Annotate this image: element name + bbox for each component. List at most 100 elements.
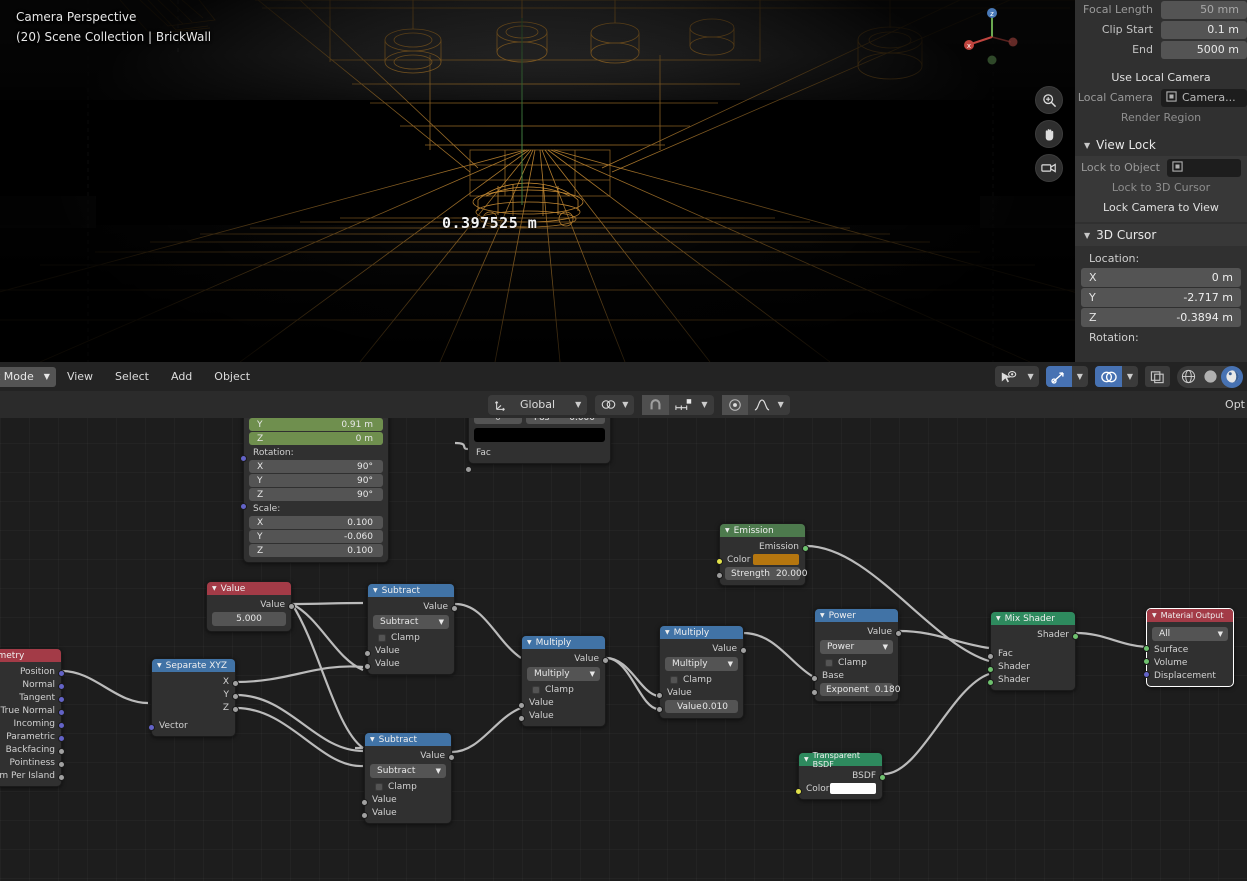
snap-increment-icon[interactable] [669,395,695,415]
node-multiply-1[interactable]: ▼ Multiply Value Multiply ▼ Clamp Value … [518,635,609,727]
chevron-down-icon[interactable]: ▼ [1122,366,1138,387]
socket-output-incoming[interactable] [58,722,65,729]
socket-output-random-per-island[interactable] [58,774,65,781]
socket-input-exponent[interactable] [811,689,818,696]
socket-output-bsdf[interactable] [879,774,886,781]
chevron-down-icon[interactable]: ▼ [569,395,587,415]
socket-output-shader[interactable] [1072,633,1079,640]
visibility-dropdown[interactable]: ▼ [994,366,1039,387]
socket-output-emission[interactable] [802,545,809,552]
socket-output-value[interactable] [602,657,609,664]
socket-input-value-2[interactable] [656,706,663,713]
subtract-1-operation-dropdown[interactable]: Subtract ▼ [373,615,449,629]
transform-rotation-z[interactable]: Z 90° [249,488,383,501]
lock-to-object-value[interactable] [1167,158,1241,177]
emission-color-row[interactable]: Color [720,553,805,566]
node-color-ramp[interactable]: 0 Pos 0.000 Fac [465,418,611,473]
node-transparent-bsdf[interactable]: ▼ Transparent BSDF BSDF Color [795,751,886,800]
socket-output-y[interactable] [232,693,239,700]
shading-material-icon[interactable] [1221,365,1243,388]
node-mix-shader[interactable]: ▼ Mix Shader Shader Fac Shader Shader [987,611,1079,691]
orientation-label[interactable]: Global [514,395,569,415]
lock-to-3d-cursor-row[interactable]: Lock to 3D Cursor [1081,178,1241,197]
socket-output-tangent[interactable] [58,696,65,703]
shading-solid-icon[interactable] [1199,366,1221,388]
colorramp-pos-field[interactable]: Pos 0.000 [526,418,605,424]
snapping-group[interactable]: ▼ [642,394,714,415]
shader-node-canvas[interactable]: Y 0.91 m Z 0 m Rotation: X 90° Y 90° Z 9… [0,418,1247,881]
node-emission[interactable]: ▼ Emission Emission Color Strength 20.00… [716,523,809,586]
property-row-focal-length[interactable]: Focal Length 50 mm [1075,0,1247,19]
material-output-header[interactable]: ▼ Material Output [1147,609,1233,622]
xray-icon[interactable] [1145,366,1170,387]
chevron-down-icon[interactable]: ▼ [373,587,378,594]
socket-output-value[interactable] [448,754,455,761]
chevron-down-icon[interactable]: ▼ [804,756,809,763]
socket-input-value-2[interactable] [361,812,368,819]
pivot-icon[interactable] [595,395,622,415]
node-multiply-2[interactable]: ▼ Multiply Value Multiply ▼ Clamp Value … [656,625,747,719]
socket-output-value[interactable] [288,603,295,610]
socket-output-pointiness[interactable] [58,761,65,768]
transform-orientation-dropdown[interactable]: Global ▼ [488,394,588,415]
socket-input-fac[interactable] [465,466,472,473]
proportional-edit-icon[interactable] [721,394,748,415]
camera-icon[interactable] [1035,154,1063,182]
socket-input-base[interactable] [811,675,818,682]
overlays-dropdown[interactable]: ▼ [1094,366,1138,387]
render-region-row[interactable]: Render Region [1075,108,1247,127]
use-local-camera-row[interactable]: Use Local Camera [1075,68,1247,87]
cursor-location-z[interactable]: Z -0.3894 m [1081,308,1241,327]
menu-select[interactable]: Select [104,370,160,383]
socket-input-vector[interactable] [148,724,155,731]
gizmo-icon[interactable] [1045,366,1072,387]
socket-output-value[interactable] [740,647,747,654]
colorramp-index-field[interactable]: 0 [474,418,522,424]
multiply-2-clamp-checkbox[interactable]: Clamp [660,673,743,686]
clip-end-value[interactable]: 5000 m [1161,40,1247,59]
falloff-icon[interactable] [748,395,772,415]
3d-viewport[interactable]: Camera Perspective (20) Scene Collection… [0,0,1075,362]
socket-input-fac[interactable] [987,653,994,660]
view-lock-panel-header[interactable]: ▼ View Lock [1075,134,1247,156]
socket-input-shader-2[interactable] [987,679,994,686]
chevron-down-icon[interactable]: ▼ [665,629,670,636]
socket-input-volume[interactable] [1143,658,1150,665]
socket-output-parametric[interactable] [58,735,65,742]
local-camera-row[interactable]: Local Camera Camera... [1075,88,1247,107]
lock-to-object-row[interactable]: Lock to Object [1081,158,1241,177]
socket-input-value-1[interactable] [364,650,371,657]
properties-sidebar[interactable]: Focal Length 50 mm Clip Start 0.1 m End … [1075,0,1247,362]
navigation-gizmo[interactable]: z x [961,6,1023,68]
transform-location-z[interactable]: Z 0 m [249,432,383,445]
mode-select[interactable]: t Mode ▼ [0,366,56,387]
emission-color-swatch[interactable] [753,554,799,565]
cursor-location-x[interactable]: X 0 m [1081,268,1241,287]
subtract-1-header[interactable]: ▼ Subtract [368,584,454,597]
multiply-2-value-field[interactable]: Value 0.010 [665,700,738,713]
chevron-down-icon[interactable]: ▼ [622,395,634,415]
material-output-target-dropdown[interactable]: All ▼ [1152,627,1228,641]
socket-output-x[interactable] [232,680,239,687]
socket-input-surface[interactable] [1143,645,1150,652]
chevron-down-icon[interactable]: ▼ [695,395,713,415]
transparent-bsdf-color-swatch[interactable] [830,783,876,794]
proportional-editing-group[interactable]: ▼ [721,394,790,415]
socket-output-position[interactable] [58,670,65,677]
socket-input-rotation[interactable] [240,503,247,510]
separate-xyz-header[interactable]: ▼ Separate XYZ [152,659,235,672]
viewport-tool-column[interactable] [1035,86,1063,182]
transparent-bsdf-header[interactable]: ▼ Transparent BSDF [799,751,882,769]
orientation-icon[interactable] [488,395,514,415]
overlays-icon[interactable] [1094,366,1122,387]
shading-wireframe-icon[interactable] [1177,366,1199,388]
socket-output-backfacing[interactable] [58,748,65,755]
subtract-2-header[interactable]: ▼ Subtract [365,733,451,746]
chevron-down-icon[interactable]: ▼ [212,585,217,592]
chevron-down-icon[interactable]: ▼ [1072,366,1088,387]
socket-input-value-1[interactable] [656,692,663,699]
socket-input-vector[interactable] [240,455,247,462]
value-field[interactable]: 5.000 [212,612,286,626]
emission-node-header[interactable]: ▼ Emission [720,524,805,537]
chevron-down-icon[interactable]: ▼ [157,662,162,669]
